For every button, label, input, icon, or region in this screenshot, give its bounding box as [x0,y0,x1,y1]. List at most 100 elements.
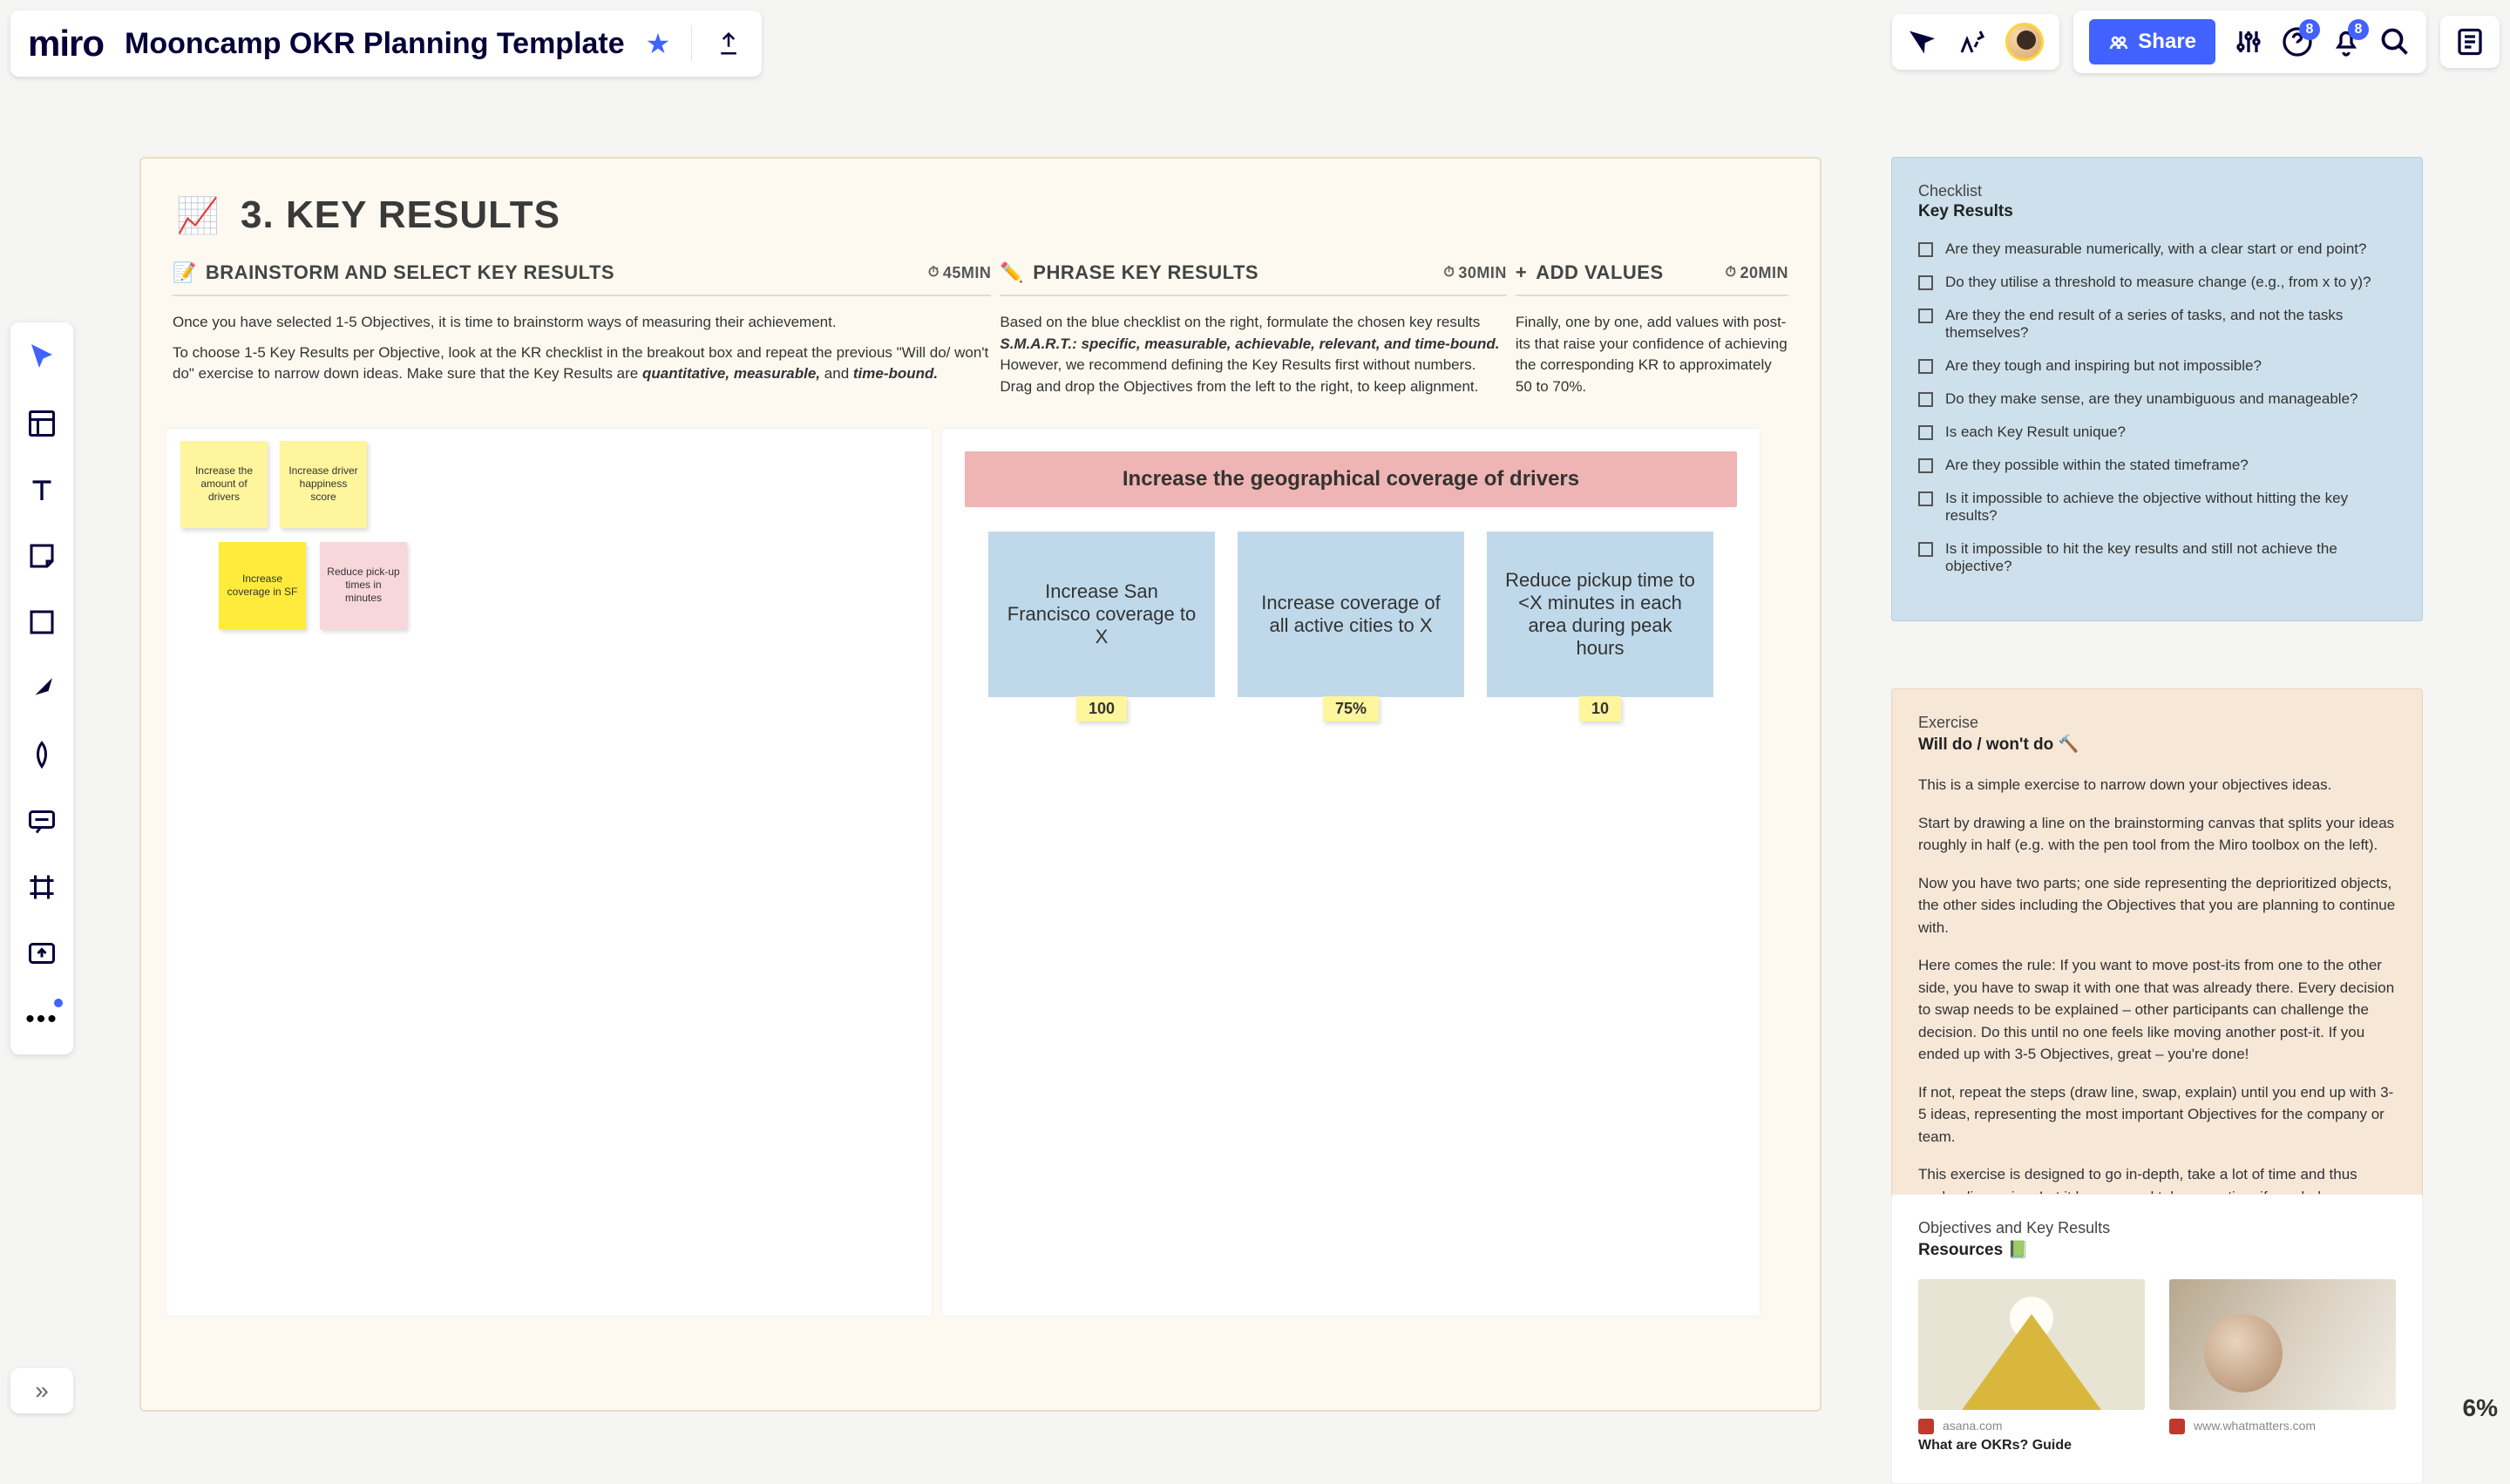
time-badge: 30min [1443,264,1507,282]
export-icon[interactable] [713,28,744,59]
section-key-results: 📈 3. KEY RESULTS 📝 BRAINSTORM AND SELECT… [139,157,1821,1412]
checklist-item[interactable]: Are they tough and inspiring but not imp… [1918,357,2396,375]
time-badge: 20min [1726,264,1789,282]
checklist-item[interactable]: Do they utilise a threshold to measure c… [1918,274,2396,291]
plus-icon: + [1516,261,1527,284]
brainstorm-canvas[interactable]: Increase the amount of drivers Increase … [166,428,933,1317]
help-badge: 8 [2299,19,2320,40]
upload-tool-icon[interactable] [23,934,61,972]
text-tool-icon[interactable] [23,471,61,509]
pen-tool-icon[interactable] [23,735,61,774]
notes-panel-icon[interactable] [2454,26,2486,58]
sticky-note[interactable]: Increase driver happiness score [280,441,367,528]
share-button[interactable]: Share [2089,19,2215,64]
present-cursor-icon[interactable] [1908,26,1939,58]
checkbox-icon[interactable] [1918,359,1933,374]
templates-icon[interactable] [23,404,61,443]
checkbox-icon[interactable] [1918,491,1933,506]
kr-value-sticky[interactable]: 75% [1323,696,1379,722]
checklist-item[interactable]: Are they possible within the stated time… [1918,457,2396,474]
exercise-text: Here comes the rule: If you want to move… [1918,954,2396,1066]
checklist-text: Are they the end result of a series of t… [1945,307,2396,342]
checklist-text: Are they possible within the stated time… [1945,457,2249,474]
arrow-tool-icon[interactable] [23,669,61,708]
checklist-text: Are they measurable numerically, with a … [1945,241,2366,258]
sticky-note[interactable]: Increase coverage in SF [219,542,306,629]
checkbox-icon[interactable] [1918,425,1933,440]
favicon-icon [1918,1419,1934,1434]
pencil-emoji-icon: ✏️ [1000,261,1024,284]
checklist-item[interactable]: Is it impossible to hit the key results … [1918,540,2396,575]
exercise-text: If not, repeat the steps (draw line, swa… [1918,1081,2396,1149]
panel-label: Checklist [1918,182,2396,200]
sticky-note[interactable]: Reduce pick-up times in minutes [320,542,407,629]
chart-emoji-icon: 📈 [176,197,220,235]
panel-label: Exercise [1918,714,2396,732]
kr-text: Increase coverage of all active cities t… [1253,592,1448,637]
objective-strip[interactable]: Increase the geographical coverage of dr… [965,451,1737,507]
checklist-item[interactable]: Are they measurable numerically, with a … [1918,241,2396,258]
checklist-text: Is it impossible to achieve the objectiv… [1945,490,2396,525]
kr-text: Increase San Francisco coverage to X [1004,580,1199,648]
resource-thumbnail [1918,1279,2145,1410]
settings-sliders-icon[interactable] [2233,26,2264,58]
exercise-panel: Exercise Will do / won't do 🔨 This is a … [1891,688,2423,1254]
checklist-text: Are they tough and inspiring but not imp… [1945,357,2262,375]
miro-logo[interactable]: miro [28,23,104,64]
section-title: 📈 3. KEY RESULTS [166,193,1795,237]
checkbox-icon[interactable] [1918,458,1933,473]
key-result-card[interactable]: Increase coverage of all active cities t… [1238,532,1464,697]
help-icon[interactable]: 8 [2282,26,2313,58]
notifications-bell-icon[interactable]: 8 [2330,26,2362,58]
left-toolbar: ••• [10,322,73,1054]
comment-tool-icon[interactable] [23,802,61,840]
key-result-card[interactable]: Reduce pickup time to <X minutes in each… [1487,532,1713,697]
reactions-icon[interactable] [1957,26,1988,58]
col-desc-brainstorm: Once you have selected 1-5 Objectives, i… [173,312,991,385]
col-heading-brainstorm: BRAINSTORM AND SELECT KEY RESULTS [206,261,614,284]
panel-title: Resources 📗 [1918,1239,2396,1260]
search-icon[interactable] [2379,26,2411,58]
frame-tool-icon[interactable] [23,868,61,906]
checklist-text: Is it impossible to hit the key results … [1945,540,2396,575]
kr-value-sticky[interactable]: 100 [1076,696,1127,722]
checklist-item[interactable]: Is each Key Result unique? [1918,424,2396,441]
section-title-text: 3. KEY RESULTS [241,193,560,236]
checklist-text: Do they utilise a threshold to measure c… [1945,274,2371,291]
more-tools-icon[interactable]: ••• [23,1000,61,1039]
checkbox-icon[interactable] [1918,242,1933,257]
favorite-star-icon[interactable]: ★ [646,27,671,60]
checkbox-icon[interactable] [1918,392,1933,407]
resource-title: What are OKRs? Guide [1918,1438,2145,1454]
checkbox-icon[interactable] [1918,542,1933,557]
select-tool-icon[interactable] [23,338,61,376]
panel-label: Objectives and Key Results [1918,1219,2396,1237]
board-title[interactable]: Mooncamp OKR Planning Template [125,27,625,61]
sticky-note-tool-icon[interactable] [23,537,61,575]
memo-emoji-icon: 📝 [173,261,197,284]
col-desc-phrase: Based on the blue checklist on the right… [1000,312,1507,398]
zoom-level[interactable]: 6% [2463,1394,2498,1422]
share-label: Share [2138,30,2196,54]
resource-card[interactable]: asana.com What are OKRs? Guide [1918,1279,2145,1454]
resource-thumbnail [2169,1279,2396,1410]
checkbox-icon[interactable] [1918,308,1933,323]
shape-tool-icon[interactable] [23,603,61,641]
expand-tray-icon[interactable]: » [10,1368,73,1413]
checklist-item[interactable]: Is it impossible to achieve the objectiv… [1918,490,2396,525]
kr-text: Reduce pickup time to <X minutes in each… [1503,569,1698,660]
checklist-item[interactable]: Are they the end result of a series of t… [1918,307,2396,342]
resource-card[interactable]: www.whatmatters.com [2169,1279,2396,1454]
divider [691,25,692,62]
checklist-item[interactable]: Do they make sense, are they unambiguous… [1918,390,2396,408]
phrase-canvas[interactable]: Increase the geographical coverage of dr… [941,428,1760,1317]
panel-title: Key Results [1918,202,2396,221]
key-result-card[interactable]: Increase San Francisco coverage to X 100 [988,532,1215,697]
kr-value-sticky[interactable]: 10 [1579,696,1621,722]
user-avatar[interactable] [2005,23,2044,61]
resource-source: www.whatmatters.com [2194,1419,2316,1433]
col-desc-values: Finally, one by one, add values with pos… [1516,312,1788,398]
time-badge: 45min [928,264,992,282]
checkbox-icon[interactable] [1918,275,1933,290]
sticky-note[interactable]: Increase the amount of drivers [180,441,268,528]
